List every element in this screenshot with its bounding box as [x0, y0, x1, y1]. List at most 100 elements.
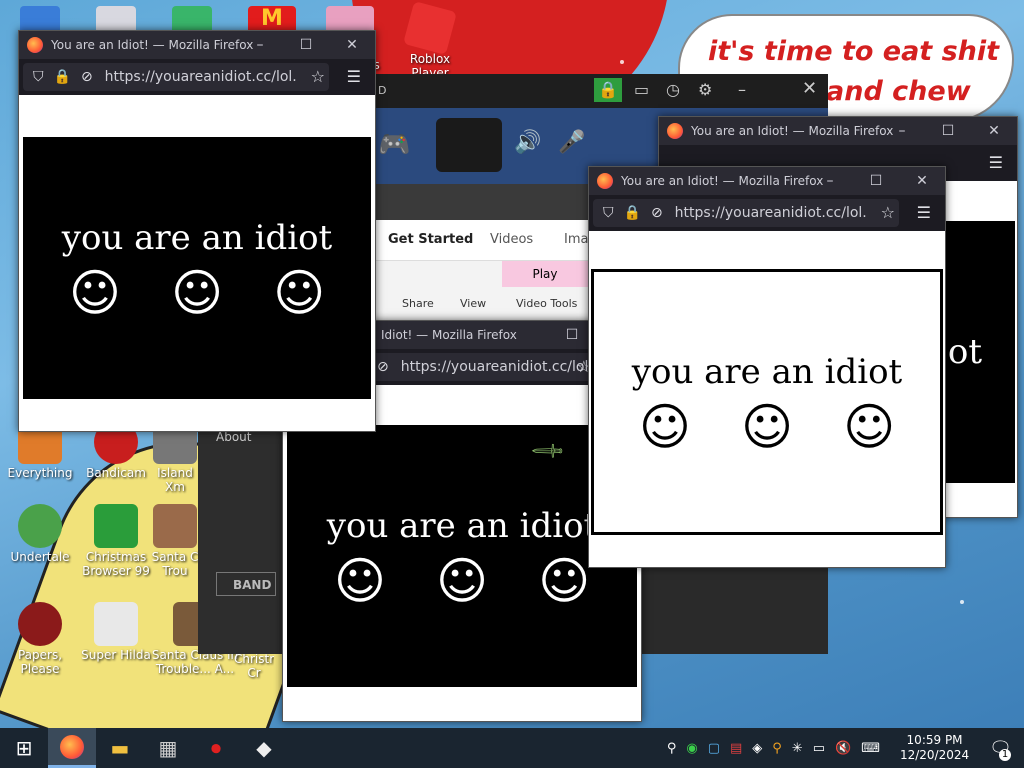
shield-icon: ⛉	[603, 205, 614, 221]
smiley-row: ☺ ☺ ☺	[334, 556, 590, 606]
url-text: https://youareanidiot.cc/lol.	[674, 205, 867, 221]
droplet-icon[interactable]: ◈	[752, 741, 762, 756]
tray-app-icon[interactable]: ▤	[730, 741, 742, 756]
desktop-icon-roblox[interactable]: Roblox Player	[390, 1, 470, 80]
clock[interactable]: 10:59 PM 12/20/2024	[895, 733, 974, 763]
snowflake	[960, 600, 964, 604]
tab-videos[interactable]: Videos	[490, 232, 533, 247]
snowflake-icon[interactable]: ✳	[792, 741, 803, 756]
url-bar[interactable]: ⊘ https://youareanidiot.cc/lol.	[367, 353, 595, 381]
taskbar-firefox[interactable]	[48, 728, 96, 768]
people-icon[interactable]: ⚲	[667, 741, 677, 756]
lock-icon: 🔒	[53, 69, 71, 85]
minimize-button[interactable]: –	[237, 31, 283, 59]
notification-icon[interactable]: 🗨 1	[989, 738, 1012, 761]
idiot-content: you are an idiot ☺ ☺ ☺	[591, 269, 943, 535]
desktop-icon-undertale[interactable]: Undertale	[0, 504, 80, 564]
undertale-icon	[18, 504, 62, 548]
band-button[interactable]: BAND	[216, 572, 276, 596]
menu-icon[interactable]: ☰	[347, 67, 361, 86]
taskbar-bandicam[interactable]: ⏺	[192, 728, 240, 768]
gamepad-icon[interactable]: 🎮	[378, 130, 410, 160]
idiot-heading: you are an idiot	[631, 352, 903, 392]
window-titlebar: You are an Idiot! — Mozilla Firefox – ☐ …	[659, 117, 1017, 145]
desktop-icon-super-hilda[interactable]: Super Hilda	[76, 602, 156, 662]
close-button[interactable]: ✕	[899, 167, 945, 195]
start-button[interactable]: ⊞	[0, 728, 48, 768]
smiley-icon: ☺	[538, 552, 591, 610]
idiot-heading: you are an idiot	[61, 218, 333, 258]
url-bar[interactable]: ⛉ 🔒 ⊘ https://youareanidiot.cc/lol.	[23, 63, 329, 91]
url-bar[interactable]: ⛉ 🔒 ⊘ https://youareanidiot.cc/lol.	[593, 199, 899, 227]
desktop-icon-christmas-browser[interactable]: Christmas Browser 99	[76, 504, 156, 578]
firefox-logo-icon	[597, 173, 613, 189]
volume-muted-icon[interactable]: 🔇	[835, 741, 851, 756]
minimize-button[interactable]: –	[807, 167, 853, 195]
close-icon[interactable]: ✕	[802, 78, 817, 99]
desktop-icon-label: Bandicam	[86, 466, 146, 480]
firefox-icon	[60, 734, 84, 759]
menu-icon[interactable]: ☰	[917, 203, 931, 222]
clock-icon[interactable]: ◷	[666, 80, 680, 99]
desktop-icon-santa[interactable]: Santa C Trou	[150, 504, 200, 578]
green-circle-icon[interactable]: ◉	[686, 741, 697, 756]
webcam-off-icon[interactable]	[436, 118, 502, 172]
firefox-window-4[interactable]: You are an Idiot! — Mozilla Firefox – ☐ …	[588, 166, 946, 568]
maximize-button[interactable]: ☐	[925, 117, 971, 145]
smiley-icon: ☺	[68, 264, 121, 322]
lock-icon[interactable]: 🔒	[594, 78, 622, 102]
tab-get-started[interactable]: Get Started	[388, 232, 473, 247]
desktop-icon-label: Christmas Browser 99	[82, 550, 150, 578]
firefox-logo-icon	[27, 37, 43, 53]
url-text: https://youareanidiot.cc/lol.	[104, 69, 297, 85]
taskbar-photos[interactable]: ▦	[144, 728, 192, 768]
firefox-window-1[interactable]: You are an Idiot! — Mozilla Firefox – ☐ …	[18, 30, 376, 432]
speech-bubble-line1: it's time to eat shit	[708, 36, 1000, 67]
speaker-icon[interactable]: 🔊	[514, 130, 541, 155]
taskbar-file-explorer[interactable]: ▬	[96, 728, 144, 768]
maximize-button[interactable]: ☐	[283, 31, 329, 59]
idiot-content: you are an idiot ☺ ☺ ☺	[23, 137, 371, 399]
search-icon[interactable]: ⚲	[772, 741, 782, 756]
window-title: You are an Idiot! — Mozilla Firefox	[691, 124, 894, 138]
keyboard-icon[interactable]: ⌨	[861, 741, 880, 756]
settings-icon[interactable]: ⚙	[698, 80, 712, 99]
idiot-content: ot	[945, 221, 1015, 483]
desktop-icon-label: Papers, Please	[17, 648, 63, 676]
taskbar-roblox[interactable]: ◆	[240, 728, 288, 768]
permissions-icon: ⊘	[80, 69, 93, 85]
folder-icon[interactable]: ▭	[634, 80, 649, 99]
window-titlebar: You are an Idiot! — Mozilla Firefox – ☐ …	[589, 167, 945, 195]
ribbon-view[interactable]: View	[460, 297, 486, 310]
desktop-icon-christmas-cr[interactable]: Christr Cr	[234, 652, 274, 680]
christmas-tree-icon	[94, 504, 138, 548]
maximize-button[interactable]: ☐	[853, 167, 899, 195]
permissions-icon: ⊘	[650, 205, 663, 221]
minimize-icon[interactable]: –	[738, 80, 746, 99]
desktop-icon-label: Undertale	[10, 550, 70, 564]
ribbon-share[interactable]: Share	[402, 297, 434, 310]
system-tray: ⚲ ◉ ▢ ▤ ◈ ⚲ ✳ ▭ 🔇 ⌨ 10:59 PM 12/20/2024 …	[662, 728, 1024, 768]
smiley-icon: ☺	[435, 552, 489, 610]
smiley-icon: ☺	[740, 398, 794, 456]
bookmark-star-icon[interactable]: ☆	[311, 67, 325, 86]
papers-please-icon	[18, 602, 62, 646]
desktop-icon-label: Santa C Trou	[151, 550, 199, 578]
notification-count: 1	[999, 748, 1011, 761]
minimize-button[interactable]: –	[879, 117, 925, 145]
taskbar: ⊞ ▬ ▦ ⏺ ◆ ⚲ ◉ ▢ ▤ ◈ ⚲ ✳ ▭ 🔇 ⌨ 10:59 PM 1…	[0, 728, 1024, 768]
desktop-icon-papers-please[interactable]: Papers, Please	[0, 602, 80, 676]
window-title: Idiot! — Mozilla Firefox	[381, 328, 517, 342]
ribbon-video-tools[interactable]: Video Tools	[516, 297, 577, 310]
close-button[interactable]: ✕	[971, 117, 1017, 145]
about-link[interactable]: About	[216, 430, 251, 444]
play-tab[interactable]: Play	[502, 261, 588, 287]
menu-icon[interactable]: ☰	[989, 153, 1003, 172]
mic-off-icon[interactable]: 🎤	[558, 130, 585, 155]
bookmark-star-icon[interactable]: ☆	[881, 203, 895, 222]
desktop-icon-label: Super Hilda	[81, 648, 151, 662]
tray-app-icon[interactable]: ▢	[708, 741, 720, 756]
close-button[interactable]: ✕	[329, 31, 375, 59]
network-icon[interactable]: ▭	[813, 741, 825, 756]
idiot-heading: you are an idiot	[326, 506, 598, 546]
